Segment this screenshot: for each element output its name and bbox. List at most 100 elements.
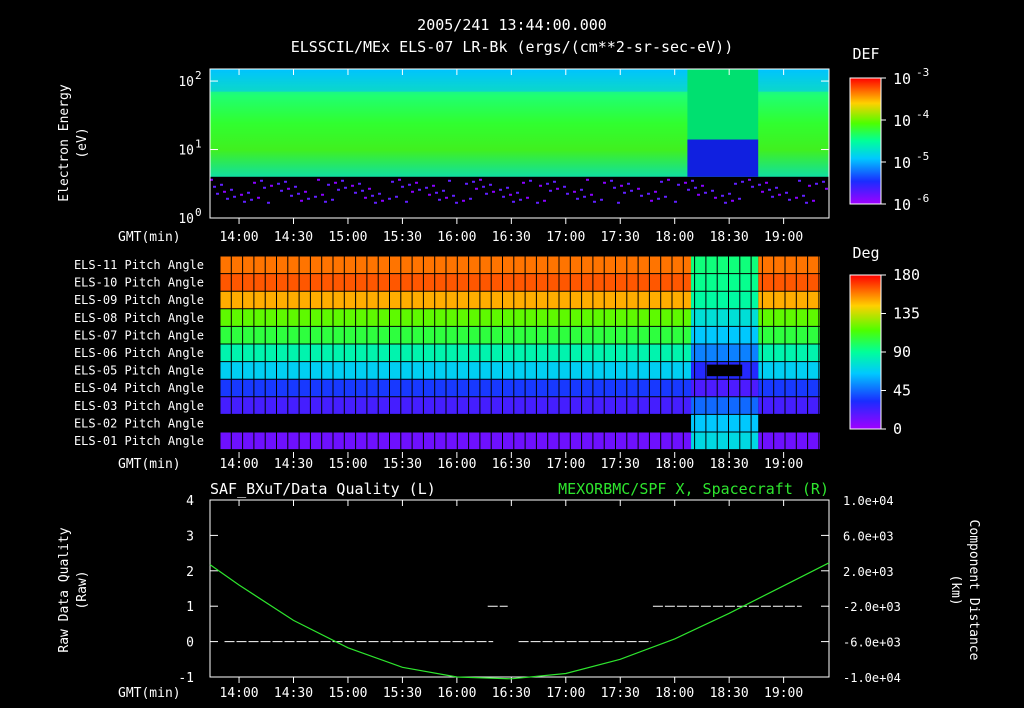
pitch-x-tick-label: 16:30 xyxy=(492,457,531,472)
deg-colorbar-tick-label: 90 xyxy=(893,343,911,361)
spectrogram-noise xyxy=(812,199,815,202)
pitch-transition-cell xyxy=(691,326,759,344)
spectrogram-noise xyxy=(613,186,616,189)
spectrogram-noise xyxy=(731,199,734,202)
spectrogram-noise xyxy=(418,188,421,191)
spectrogram-noise xyxy=(435,191,438,194)
spectrogram-noise xyxy=(411,190,414,193)
pitch-row-cell xyxy=(220,256,692,274)
spectrogram-noise xyxy=(489,183,492,186)
spectrogram-x-tick-label: 14:00 xyxy=(219,230,258,245)
pitch-row-cell xyxy=(758,326,820,344)
spectrogram-noise xyxy=(438,198,441,201)
deg-colorbar-label: Deg xyxy=(852,244,879,262)
pitch-row-label: ELS-10 Pitch Angle xyxy=(74,276,204,290)
line-x-tick-label: 16:00 xyxy=(437,686,476,701)
spectrogram-noise xyxy=(220,183,223,186)
spectrogram-noise xyxy=(815,182,818,185)
pitch-row-cell xyxy=(758,291,820,309)
spectrogram-noise xyxy=(758,183,761,186)
pitch-row-cell xyxy=(220,291,692,309)
spectrogram-noise xyxy=(401,185,404,188)
spectrogram-noise xyxy=(536,201,539,204)
line-right-tick-label: 1.0e+04 xyxy=(843,494,894,508)
spectrogram-noise xyxy=(344,186,347,189)
pitch-x-tick-label: 15:30 xyxy=(383,457,422,472)
spectrogram-noise xyxy=(805,201,808,204)
pitch-transition-cell xyxy=(691,379,759,397)
line-left-tick-label: -1 xyxy=(178,671,194,686)
def-colorbar-tick-label: 10 xyxy=(893,70,911,88)
spectrogram-depleted-top xyxy=(687,69,759,140)
spectrogram-noise xyxy=(583,195,586,198)
spectrogram-noise xyxy=(603,181,606,184)
pitch-angle-panel: ELS-11 Pitch Angle ELS-10 Pitch Angle ELS-… xyxy=(74,244,920,472)
spectrogram-noise xyxy=(654,190,657,193)
spectrogram-noise xyxy=(576,197,579,200)
pitch-row-cell xyxy=(758,273,820,292)
spectrogram-noise xyxy=(395,195,398,198)
spectrogram-depleted xyxy=(687,139,759,177)
spectrogram-x-tick-label: 19:00 xyxy=(764,230,803,245)
spectrogram-x-tick-label: 17:00 xyxy=(546,230,585,245)
spectrogram-noise xyxy=(428,193,431,196)
deg-colorbar-tick-label: 45 xyxy=(893,382,911,400)
pitch-transition-cell xyxy=(691,273,759,292)
spectrogram-ytick-exp: 0 xyxy=(195,206,202,219)
pitch-transition-cell xyxy=(691,344,759,362)
spectrogram-x-tick-label: 18:30 xyxy=(710,230,749,245)
spectrogram-noise xyxy=(711,189,714,192)
spectrogram-noise xyxy=(549,189,552,192)
def-colorbar-label: DEF xyxy=(852,45,879,63)
spectrogram-noise xyxy=(327,183,330,186)
spectrogram-noise xyxy=(798,179,801,182)
spectrogram-panel: 10 210 110 0 14:00 14:30 15:00 15:30 16:00 16:30… xyxy=(57,45,930,245)
spectrogram-noise xyxy=(294,185,297,188)
spectrogram-noise xyxy=(448,179,451,182)
spectrogram-noise xyxy=(825,187,828,190)
line-left-tick-label: 0 xyxy=(186,636,194,651)
line-ylabel-right-1: Component Distance xyxy=(966,520,981,661)
pitch-transition-cell xyxy=(691,256,759,274)
spectrogram-noise xyxy=(522,181,525,184)
line-x-tick-label: 14:30 xyxy=(274,686,313,701)
line-x-tick-label: 15:00 xyxy=(328,686,367,701)
spectrogram-noise xyxy=(499,188,502,191)
def-colorbar-tick-label: 10 xyxy=(893,196,911,214)
page-subtitle: ELSSCIL/MEx ELS-07 LR-Bk (ergs/(cm**2-sr… xyxy=(291,38,734,56)
spectrogram-noise xyxy=(331,198,334,201)
line-frame xyxy=(209,499,830,678)
def-colorbar-tick-exp: -4 xyxy=(916,108,930,121)
pitch-row-cell xyxy=(758,361,820,380)
spectrogram-noise xyxy=(775,186,778,189)
spectrogram-noise xyxy=(765,181,768,184)
spectrogram-noise xyxy=(610,179,613,182)
spectrogram-noise xyxy=(748,178,751,181)
pitch-row-cell xyxy=(220,361,692,380)
spectrogram-noise xyxy=(287,187,290,190)
spectrogram-noise xyxy=(462,199,465,202)
spectrogram-noise xyxy=(358,182,361,185)
spectrogram-noise xyxy=(667,178,670,181)
line-series xyxy=(209,562,830,680)
spectrogram-noise xyxy=(526,196,529,199)
spectrogram-noise xyxy=(371,194,374,197)
pitch-row-cell xyxy=(758,379,820,397)
spectrogram-noise xyxy=(469,197,472,200)
spectrogram-noise xyxy=(580,188,583,191)
spectrogram-xlabel: GMT(min) xyxy=(118,230,181,245)
pitch-row-cell xyxy=(758,396,820,415)
line-x-tick-label: 17:30 xyxy=(601,686,640,701)
spectrogram-noise xyxy=(250,198,253,201)
spectrogram-noise xyxy=(620,184,623,187)
line-x-axis: 14:00 14:30 15:00 15:30 16:00 16:30 17:00 17:30… xyxy=(219,500,803,701)
pitch-x-tick-label: 14:00 xyxy=(219,457,258,472)
spectrogram-noise xyxy=(321,193,324,196)
spectrogram-noise xyxy=(506,186,509,189)
spectrogram-noise xyxy=(408,183,411,186)
pitch-row-cell xyxy=(220,308,692,327)
spectrogram-noise xyxy=(623,191,626,194)
spectrogram-noise xyxy=(398,178,401,181)
spectrogram-noise xyxy=(617,201,620,204)
pitch-row-cell xyxy=(758,256,820,274)
